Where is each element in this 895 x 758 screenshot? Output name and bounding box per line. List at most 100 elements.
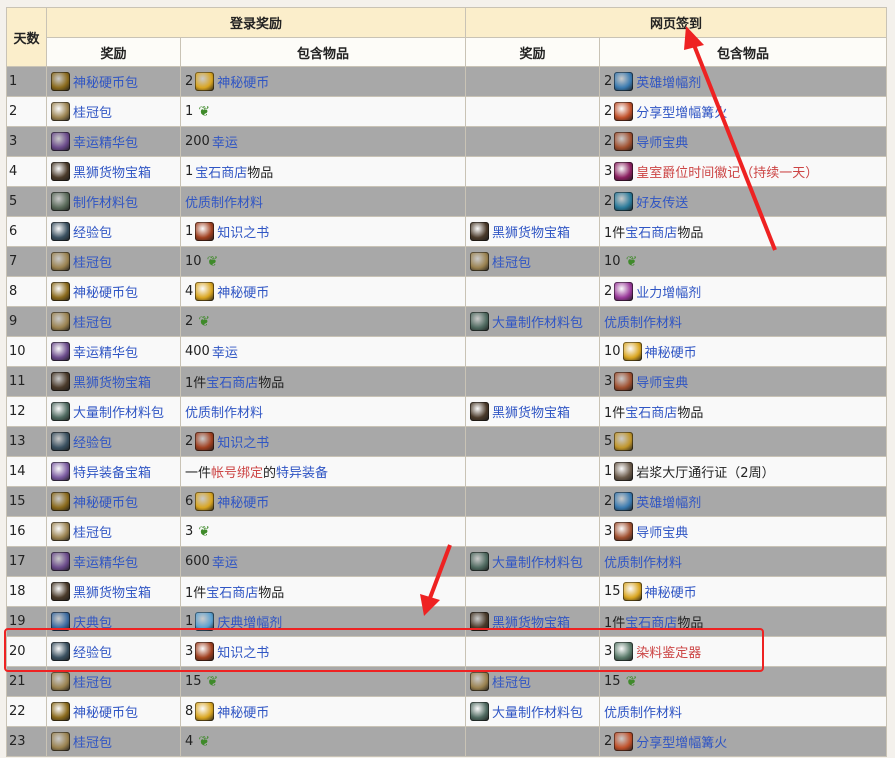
luck-essence-icon: [51, 132, 70, 151]
reward-link[interactable]: 幸运精华包: [73, 342, 138, 361]
item-link[interactable]: 好友传送: [636, 192, 688, 211]
reward-link[interactable]: 桂冠包: [73, 522, 112, 541]
login-contents-cell: 优质制作材料: [179, 186, 467, 217]
login-contents-cell: 优质制作材料: [179, 396, 467, 427]
reward-link[interactable]: 桂冠包: [73, 312, 112, 331]
reward-link[interactable]: 黑狮货物宝箱: [73, 372, 151, 391]
reward-link[interactable]: 大量制作材料包: [73, 402, 164, 421]
reward-link[interactable]: 经验包: [73, 222, 112, 241]
laurel-icon: ❦: [198, 523, 211, 540]
large-crafting-bag-icon: [470, 312, 490, 331]
item-link[interactable]: 优质制作材料: [604, 312, 682, 331]
item-link[interactable]: 庆典增幅剂: [217, 612, 282, 631]
reward-link[interactable]: 神秘硬币包: [73, 282, 138, 301]
table-row: 22 神秘硬币包 8 神秘硬币 大量制作材料包 优质制作材料: [6, 696, 888, 727]
xp-bag-icon: [51, 222, 70, 241]
item-link[interactable]: 英雄增幅剂: [636, 72, 701, 91]
item-link[interactable]: 导师宝典: [636, 522, 688, 541]
item-link[interactable]: 幸运: [212, 132, 238, 151]
day-number: 1: [6, 66, 47, 97]
item-link[interactable]: 宝石商店: [195, 162, 247, 181]
reward-link[interactable]: 大量制作材料包: [492, 312, 583, 331]
web-contents-cell: 15 ❦: [599, 666, 888, 697]
reward-link[interactable]: 黑狮货物宝箱: [492, 612, 570, 631]
item-link[interactable]: 优质制作材料: [185, 192, 263, 211]
item-link[interactable]: 幸运: [212, 552, 238, 571]
item-link[interactable]: 宝石商店: [625, 402, 677, 421]
item-link[interactable]: 宝石商店: [206, 582, 258, 601]
day-number: 18: [6, 576, 47, 607]
reward-link[interactable]: 特异装备宝箱: [73, 462, 151, 481]
item-link[interactable]: 神秘硬币: [645, 582, 697, 601]
hero-booster-icon: [614, 72, 634, 91]
item-link[interactable]: 分享型增幅篝火: [636, 732, 727, 751]
large-crafting-bag-icon: [470, 702, 490, 721]
laurel-bag-icon: [470, 672, 490, 691]
reward-link[interactable]: 制作材料包: [73, 192, 138, 211]
table-row: 12 大量制作材料包 优质制作材料 黑狮货物宝箱 1件 宝石商店 物品: [6, 396, 888, 427]
day-number: 5: [6, 186, 47, 217]
item-link[interactable]: 业力增幅剂: [636, 282, 701, 301]
item-link-new[interactable]: 染料鉴定器: [636, 642, 701, 661]
quantity: 1: [185, 104, 194, 119]
reward-link[interactable]: 黑狮货物宝箱: [492, 402, 570, 421]
reward-link[interactable]: 桂冠包: [73, 732, 112, 751]
login-contents-subheader: 包含物品: [179, 37, 467, 67]
login-reward-cell: 经验包: [46, 216, 181, 247]
reward-link[interactable]: 经验包: [73, 642, 112, 661]
item-link[interactable]: 知识之书: [217, 642, 269, 661]
item-link[interactable]: 特异装备: [276, 462, 328, 481]
reward-link[interactable]: 神秘硬币包: [73, 72, 138, 91]
item-link[interactable]: 宝石商店: [625, 612, 677, 631]
item-link[interactable]: 优质制作材料: [604, 552, 682, 571]
item-link[interactable]: 宝石商店: [625, 222, 677, 241]
laurel-bag-icon: [51, 102, 70, 121]
reward-link[interactable]: 经验包: [73, 432, 112, 451]
item-link[interactable]: 神秘硬币: [217, 72, 269, 91]
reward-link[interactable]: 桂冠包: [73, 102, 112, 121]
item-link[interactable]: 幸运: [212, 342, 238, 361]
item-link[interactable]: 神秘硬币: [217, 702, 269, 721]
web-reward-cell: 桂冠包: [465, 666, 601, 697]
reward-link[interactable]: 神秘硬币包: [73, 702, 138, 721]
reward-link[interactable]: 黑狮货物宝箱: [73, 582, 151, 601]
item-link[interactable]: 宝石商店: [206, 372, 258, 391]
item-link[interactable]: 神秘硬币: [217, 492, 269, 511]
reward-link[interactable]: 庆典包: [73, 612, 112, 631]
reward-link[interactable]: 黑狮货物宝箱: [492, 222, 570, 241]
item-link[interactable]: 知识之书: [217, 432, 269, 451]
coin-icon: [622, 342, 642, 361]
login-contents-cell: 1件 宝石商店 物品: [179, 576, 467, 607]
reward-link[interactable]: 桂冠包: [73, 252, 112, 271]
item-link[interactable]: 导师宝典: [636, 372, 688, 391]
item-link[interactable]: 神秘硬币: [645, 342, 697, 361]
item-link-new[interactable]: 皇室爵位时间徽记（持续一天）: [636, 162, 818, 181]
web-contents-cell: 3 导师宝典: [599, 516, 888, 547]
item-link[interactable]: 分享型增幅篝火: [636, 102, 727, 121]
item-link-new[interactable]: 帐号绑定: [211, 462, 263, 481]
reward-link[interactable]: 幸运精华包: [73, 132, 138, 151]
item-link[interactable]: 神秘硬币: [217, 282, 269, 301]
reward-link[interactable]: 桂冠包: [492, 672, 531, 691]
coin-icon: [195, 72, 215, 91]
quantity: 2: [604, 734, 613, 749]
reward-link[interactable]: 黑狮货物宝箱: [73, 162, 151, 181]
quantity: 4: [185, 284, 194, 299]
login-reward-cell: 桂冠包: [46, 96, 181, 127]
item-link[interactable]: 英雄增幅剂: [636, 492, 701, 511]
item-link[interactable]: 优质制作材料: [185, 402, 263, 421]
reward-link[interactable]: 大量制作材料包: [492, 702, 583, 721]
item-link[interactable]: 导师宝典: [636, 132, 688, 151]
login-reward-cell: 桂冠包: [46, 306, 181, 337]
login-reward-header: 登录奖励: [45, 7, 467, 38]
reward-link[interactable]: 大量制作材料包: [492, 552, 583, 571]
reward-link[interactable]: 神秘硬币包: [73, 492, 138, 511]
item-link[interactable]: 优质制作材料: [604, 702, 682, 721]
table-row: 3 幸运精华包 200 幸运 2 导师宝典: [6, 126, 888, 157]
reward-link[interactable]: 桂冠包: [73, 672, 112, 691]
reward-link[interactable]: 桂冠包: [492, 252, 531, 271]
reward-link[interactable]: 幸运精华包: [73, 552, 138, 571]
item-link[interactable]: 知识之书: [217, 222, 269, 241]
login-contents-cell: 3 ❦: [179, 516, 467, 547]
black-lion-chest-icon: [470, 612, 490, 631]
